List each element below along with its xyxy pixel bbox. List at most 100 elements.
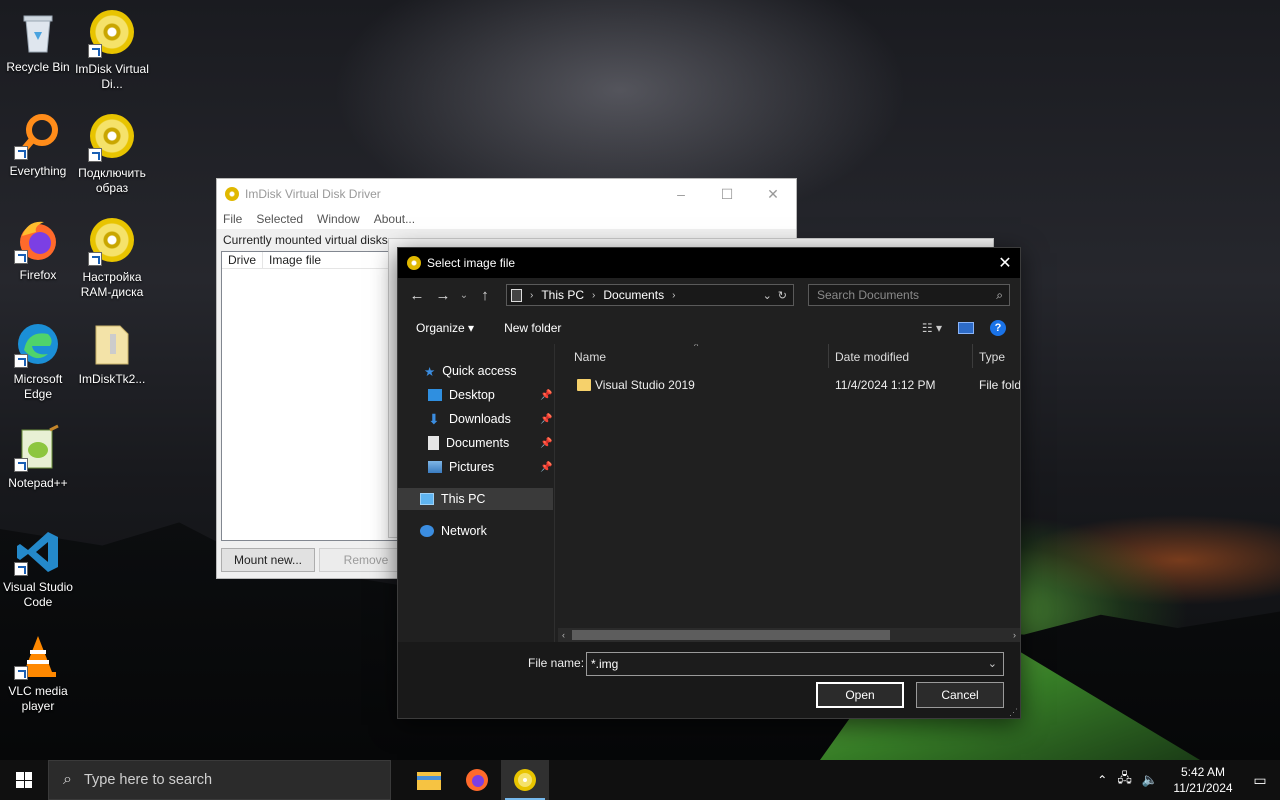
- nav-quick-access[interactable]: ★ Quick access: [424, 360, 517, 382]
- taskbar-search[interactable]: ⌕ Type here to search: [48, 760, 391, 800]
- column-date-modified[interactable]: Date modified: [835, 350, 909, 364]
- organize-button[interactable]: Organize ▾: [416, 321, 474, 335]
- nav-documents[interactable]: Documents 📌: [428, 432, 555, 454]
- everything-icon: [14, 112, 62, 160]
- chevron-down-icon[interactable]: ⌄: [988, 653, 997, 675]
- star-icon: ★: [424, 364, 436, 379]
- desktop-icon-label: Everything: [9, 164, 67, 178]
- notification-icon[interactable]: ▭: [1248, 772, 1272, 789]
- clock-date: 11/21/2024: [1173, 781, 1233, 795]
- imdisk-disc-icon: [407, 256, 421, 270]
- imdisk-title: ImDisk Virtual Disk Driver: [245, 187, 381, 201]
- desktop-icon-imdisk[interactable]: ImDisk Virtual Di...: [74, 8, 150, 92]
- desktop-icon-edge[interactable]: Microsoft Edge: [0, 320, 76, 402]
- desktop-icon-imdisktk[interactable]: ImDiskTk2...: [74, 320, 150, 387]
- menu-about[interactable]: About...: [374, 212, 415, 226]
- desktop-icon-firefox[interactable]: Firefox: [0, 216, 76, 283]
- recent-locations-icon[interactable]: ⌄: [456, 290, 472, 301]
- resize-grip-icon[interactable]: ⋰: [1009, 707, 1018, 718]
- scroll-right-icon[interactable]: ›: [1013, 628, 1016, 642]
- minimize-icon[interactable]: –: [658, 186, 704, 203]
- desktop-icon-mount-image[interactable]: Подключить образ: [74, 112, 150, 196]
- desktop-icon-label: Настройка RAM-диска: [80, 270, 144, 299]
- network-icon: [420, 525, 434, 537]
- table-row[interactable]: Visual Studio 2019 11/4/2024 1:12 PM Fil…: [558, 374, 1020, 396]
- column-name[interactable]: Name: [574, 350, 606, 364]
- desktop-icon-label: Firefox: [19, 268, 57, 282]
- view-options-icon[interactable]: ☷ ▾: [922, 321, 942, 335]
- horizontal-scrollbar[interactable]: ‹ ›: [558, 628, 1020, 642]
- file-name-input[interactable]: *.img ⌄: [586, 652, 1004, 676]
- sort-up-icon: ^: [694, 344, 699, 351]
- start-button[interactable]: [0, 760, 48, 800]
- imdisk-disc-icon: [88, 114, 136, 162]
- dialog-footer: File name: *.img ⌄ Open Cancel ⋰: [398, 642, 1020, 718]
- up-arrow-icon[interactable]: ↑: [472, 287, 498, 304]
- computer-icon: [420, 493, 434, 505]
- help-icon[interactable]: ?: [990, 320, 1006, 336]
- nav-downloads[interactable]: ⬇ Downloads 📌: [428, 408, 555, 430]
- desktop-icon-vscode[interactable]: Visual Studio Code: [0, 528, 76, 610]
- search-input[interactable]: Search Documents ⌕: [808, 284, 1010, 306]
- desktop-folder-icon: [428, 389, 442, 401]
- nav-this-pc[interactable]: This PC: [398, 488, 553, 510]
- scroll-left-icon[interactable]: ‹: [562, 628, 565, 642]
- back-arrow-icon[interactable]: ←: [404, 287, 430, 304]
- desktop-icon-label: VLC media player: [8, 684, 68, 713]
- file-list-header: ^ Name Date modified Type: [558, 344, 1020, 370]
- nav-network[interactable]: Network: [420, 520, 487, 542]
- address-bar[interactable]: › This PC › Documents › ⌄ ↻: [506, 284, 794, 306]
- taskbar: ⌕ Type here to search ⌃ 🖧 🔈 5:42 AM 11/2…: [0, 760, 1280, 800]
- imdisk-disc-icon: [225, 187, 239, 201]
- download-arrow-icon: ⬇: [428, 410, 440, 427]
- maximize-icon[interactable]: ☐: [704, 186, 750, 203]
- menu-selected[interactable]: Selected: [256, 212, 303, 226]
- desktop-icon-recycle-bin[interactable]: Recycle Bin: [0, 8, 76, 75]
- desktop-icon-everything[interactable]: Everything: [0, 112, 76, 179]
- clock-time: 5:42 AM: [1180, 765, 1226, 779]
- desktop-icon-ram-disk[interactable]: Настройка RAM-диска: [74, 216, 150, 300]
- pin-icon: 📌: [540, 389, 553, 401]
- navigation-pane[interactable]: ★ Quick access Desktop 📌 ⬇ Downloads 📌 D…: [398, 344, 555, 642]
- network-tray-icon[interactable]: 🖧: [1117, 769, 1132, 791]
- file-name-value: *.img: [591, 657, 619, 671]
- vlc-icon: [14, 632, 62, 680]
- file-name-label: File name:: [528, 656, 585, 670]
- taskbar-file-explorer[interactable]: [405, 760, 453, 800]
- mount-new-button[interactable]: Mount new...: [221, 548, 315, 572]
- menu-window[interactable]: Window: [317, 212, 360, 226]
- cancel-button[interactable]: Cancel: [916, 682, 1004, 708]
- breadcrumb-documents[interactable]: Documents: [603, 288, 664, 302]
- column-drive[interactable]: Drive: [222, 252, 264, 268]
- column-type[interactable]: Type: [979, 350, 1005, 364]
- new-folder-button[interactable]: New folder: [504, 321, 561, 335]
- file-list[interactable]: ^ Name Date modified Type Visual Studio …: [558, 344, 1020, 642]
- close-icon[interactable]: ✕: [990, 253, 1020, 273]
- open-button[interactable]: Open: [816, 682, 904, 708]
- desktop-icon-notepadpp[interactable]: Notepad++: [0, 424, 76, 491]
- chevron-up-icon[interactable]: ⌃: [1097, 773, 1107, 787]
- forward-arrow-icon[interactable]: →: [430, 287, 456, 304]
- imdisk-menubar: File Selected Window About...: [217, 209, 796, 229]
- system-tray: ⌃ 🖧 🔈 5:42 AM 11/21/2024 ▭: [1097, 764, 1280, 796]
- scrollbar-thumb[interactable]: [572, 630, 890, 640]
- menu-file[interactable]: File: [223, 212, 242, 226]
- desktop-icon-vlc[interactable]: VLC media player: [0, 632, 76, 714]
- vscode-icon: [14, 528, 62, 576]
- nav-desktop[interactable]: Desktop 📌: [428, 384, 555, 406]
- close-icon[interactable]: ✕: [750, 186, 796, 203]
- search-placeholder: Search Documents: [817, 288, 920, 302]
- breadcrumb-this-pc[interactable]: This PC: [541, 288, 584, 302]
- chevron-down-icon[interactable]: ⌄: [763, 289, 772, 302]
- volume-muted-icon[interactable]: 🔈: [1142, 772, 1158, 788]
- clock[interactable]: 5:42 AM 11/21/2024: [1168, 764, 1238, 796]
- nav-pictures[interactable]: Pictures 📌: [428, 456, 555, 478]
- dialog-titlebar[interactable]: Select image file ✕: [398, 248, 1020, 278]
- refresh-icon[interactable]: ↻: [778, 289, 787, 302]
- taskbar-imdisk[interactable]: [501, 760, 549, 800]
- file-type: File fold: [979, 378, 1020, 392]
- taskbar-firefox[interactable]: [453, 760, 501, 800]
- select-image-dialog[interactable]: Select image file ✕ ← → ⌄ ↑ › This PC › …: [397, 247, 1021, 719]
- imdisk-titlebar[interactable]: ImDisk Virtual Disk Driver – ☐ ✕: [217, 179, 796, 209]
- preview-pane-icon[interactable]: [958, 322, 974, 334]
